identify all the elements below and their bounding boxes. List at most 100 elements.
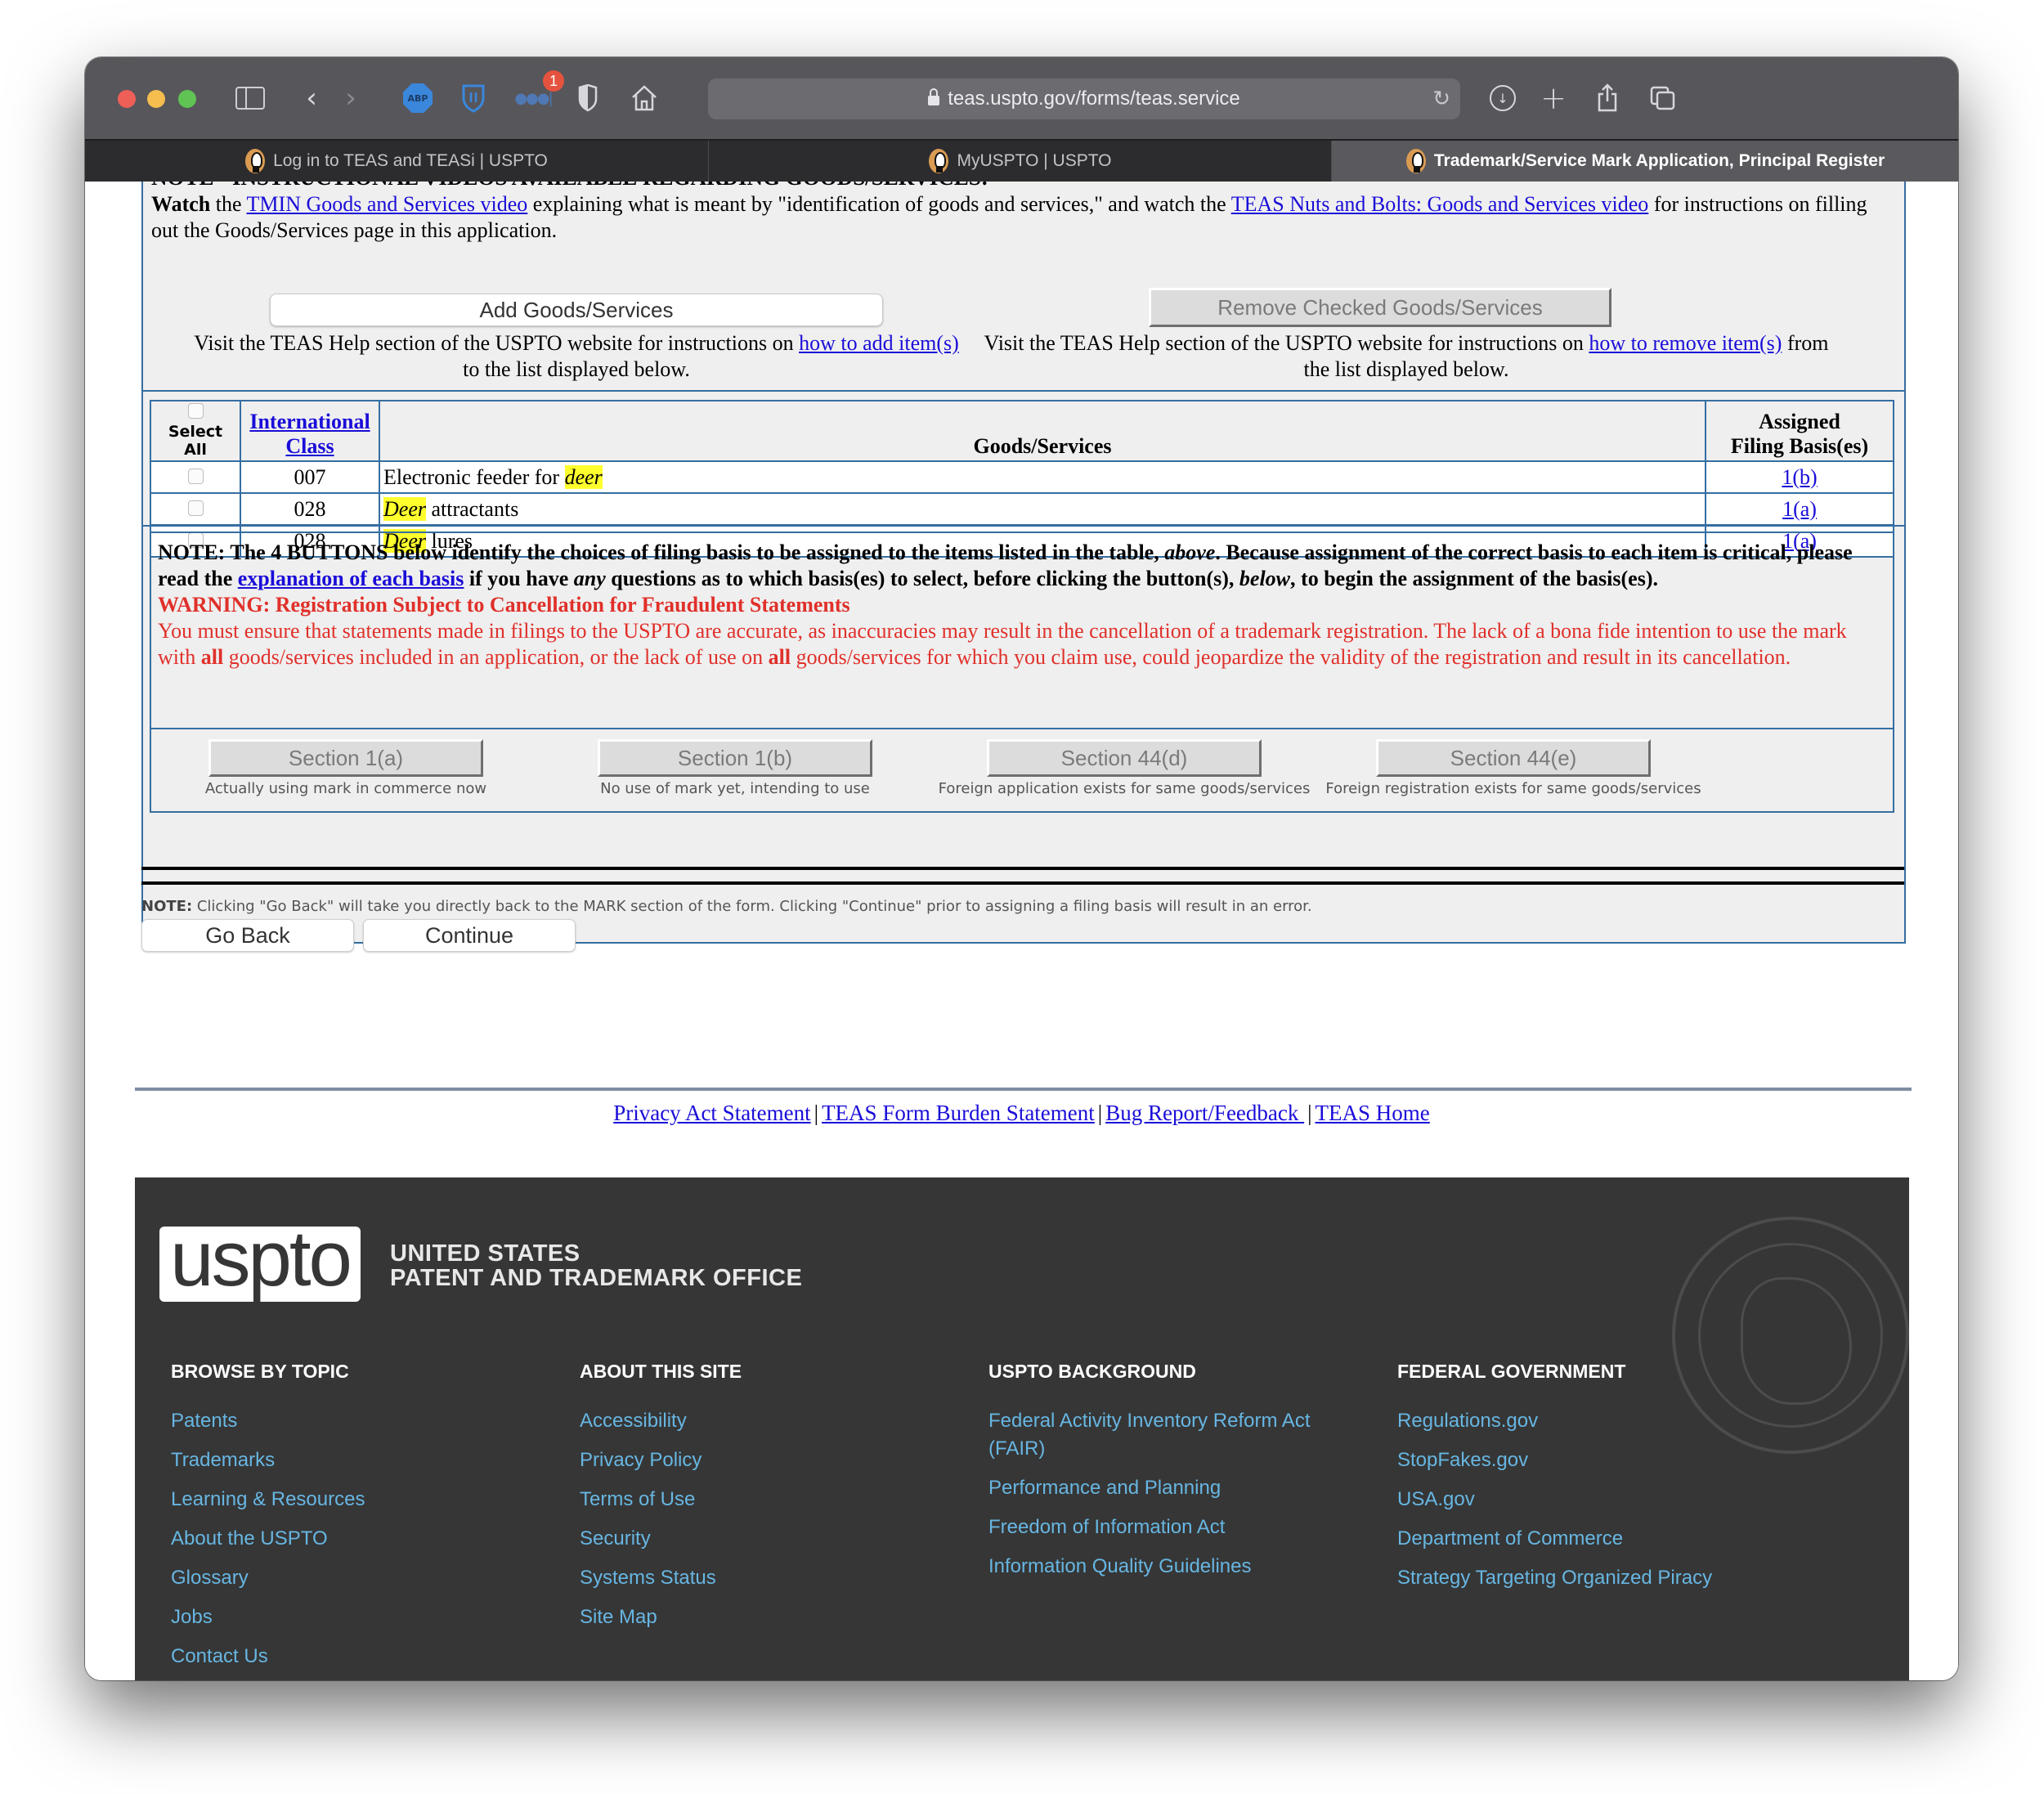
- text: Class: [285, 434, 334, 458]
- basis-description: No use of mark yet, intending to use: [600, 780, 870, 797]
- continue-button[interactable]: Continue: [363, 919, 576, 952]
- form-burden-statement-link[interactable]: TEAS Form Burden Statement: [822, 1101, 1095, 1125]
- text: NOTE: The 4 BUTTONS below identify the c…: [158, 540, 1165, 564]
- bug-report-link[interactable]: Bug Report/Feedback: [1105, 1101, 1304, 1125]
- row-select-cell: [150, 492, 241, 526]
- bitwarden-icon[interactable]: [458, 82, 489, 114]
- filing-basis-link[interactable]: 1(b): [1782, 465, 1817, 489]
- footer-link-regulations[interactable]: Regulations.gov: [1397, 1407, 1782, 1435]
- go-back-button[interactable]: Go Back: [141, 919, 354, 952]
- tab-myuspto[interactable]: MyUSPTO | USPTO: [708, 141, 1332, 182]
- uspto-logo[interactable]: uspto: [159, 1220, 361, 1302]
- footer-link-foia[interactable]: Freedom of Information Act: [988, 1514, 1340, 1541]
- warning-text: You must ensure that statements made in …: [158, 618, 1886, 671]
- site-footer: uspto UNITED STATES PATENT AND TRADEMARK…: [135, 1177, 1909, 1680]
- text: questions as to which basis(es) to selec…: [605, 567, 1239, 590]
- basis-option: Section 1(a) Actually using mark in comm…: [151, 739, 540, 797]
- remove-checked-goods-services-button[interactable]: Remove Checked Goods/Services: [1149, 288, 1611, 327]
- minimize-window-button[interactable]: [147, 90, 165, 108]
- row-checkbox[interactable]: [187, 500, 204, 516]
- footer-link-learning[interactable]: Learning & Resources: [171, 1486, 555, 1514]
- footer-link-stop-piracy[interactable]: Strategy Targeting Organized Piracy: [1397, 1564, 1782, 1592]
- download-icon[interactable]: ↓: [1486, 82, 1519, 114]
- adblock-plus-icon[interactable]: ABP: [402, 82, 433, 114]
- section-44d-button[interactable]: Section 44(d): [987, 739, 1262, 777]
- footer-link-about[interactable]: About the USPTO: [171, 1525, 555, 1553]
- back-icon[interactable]: ‹: [299, 82, 324, 114]
- footer-column-federal: FEDERAL GOVERNMENT Regulations.gov StopF…: [1397, 1361, 1782, 1603]
- filing-basis-buttons: Section 1(a) Actually using mark in comm…: [150, 726, 1894, 813]
- footer-link-performance[interactable]: Performance and Planning: [988, 1474, 1340, 1502]
- footer-link-trademarks[interactable]: Trademarks: [171, 1446, 555, 1474]
- section-44e-button[interactable]: Section 44(e): [1376, 739, 1651, 777]
- footer-link-stopfakes[interactable]: StopFakes.gov: [1397, 1446, 1782, 1474]
- basis-description: Actually using mark in commerce now: [204, 780, 487, 797]
- filing-basis-note: NOTE: The 4 BUTTONS below identify the c…: [150, 531, 1894, 729]
- divider: [143, 525, 1904, 527]
- zoom-window-button[interactable]: [178, 90, 196, 108]
- reload-icon[interactable]: ↻: [1432, 87, 1450, 111]
- section-1b-button[interactable]: Section 1(b): [598, 739, 872, 777]
- footer-link-info-quality[interactable]: Information Quality Guidelines: [988, 1553, 1340, 1581]
- uspto-favicon-icon: [929, 149, 949, 173]
- tmin-video-link[interactable]: TMIN Goods and Services video: [247, 192, 528, 216]
- forward-icon[interactable]: ›: [338, 82, 363, 114]
- footer-link-usa-gov[interactable]: USA.gov: [1397, 1486, 1782, 1514]
- goods-cell: Electronic feeder for deer: [379, 460, 1706, 494]
- teas-home-link[interactable]: TEAS Home: [1316, 1101, 1430, 1125]
- text: Visit the TEAS Help section of the USPTO…: [194, 331, 800, 355]
- basis-option: Section 44(d) Foreign application exists…: [930, 739, 1319, 797]
- instructions-paragraph: Watch the TMIN Goods and Services video …: [151, 191, 1885, 244]
- privacy-shield-icon[interactable]: [576, 82, 600, 114]
- footer-link-privacy-policy[interactable]: Privacy Policy: [580, 1446, 964, 1474]
- nuts-and-bolts-video-link[interactable]: TEAS Nuts and Bolts: Goods and Services …: [1231, 192, 1649, 216]
- divider: [141, 867, 1904, 870]
- row-checkbox[interactable]: [187, 468, 204, 484]
- how-to-add-link[interactable]: how to add item(s): [799, 331, 959, 355]
- tab-trademark-application[interactable]: Trademark/Service Mark Application, Prin…: [1331, 141, 1958, 182]
- explanation-of-each-basis-link[interactable]: explanation of each basis: [238, 567, 464, 590]
- basis-option: Section 44(e) Foreign registration exist…: [1319, 739, 1708, 797]
- footer-column-title: ABOUT THIS SITE: [580, 1361, 742, 1382]
- home-icon[interactable]: [628, 82, 661, 114]
- text: goods/services for which you claim use, …: [791, 645, 1791, 669]
- section-1a-button[interactable]: Section 1(a): [208, 739, 483, 777]
- footer-link-site-map[interactable]: Site Map: [580, 1603, 964, 1631]
- text: Electronic feeder for: [383, 464, 565, 489]
- footer-column-title: FEDERAL GOVERNMENT: [1397, 1361, 1626, 1382]
- warning-heading: WARNING: Registration Subject to Cancell…: [158, 593, 850, 617]
- footer-link-jobs[interactable]: Jobs: [171, 1603, 555, 1631]
- filing-basis-link[interactable]: 1(a): [1782, 497, 1817, 521]
- new-tab-icon[interactable]: +: [1539, 80, 1568, 116]
- close-window-button[interactable]: [118, 90, 136, 108]
- footer-column-background: USPTO BACKGROUND Federal Activity Invent…: [988, 1361, 1340, 1592]
- address-bar[interactable]: teas.uspto.gov/forms/teas.service ↻: [708, 78, 1460, 119]
- footer-link-terms[interactable]: Terms of Use: [580, 1486, 964, 1514]
- international-class-link[interactable]: International Class: [249, 410, 370, 458]
- footer-link-commerce[interactable]: Department of Commerce: [1397, 1525, 1782, 1553]
- privacy-act-statement-link[interactable]: Privacy Act Statement: [613, 1101, 810, 1125]
- watch-label: Watch: [151, 192, 211, 216]
- sidebar-icon[interactable]: [235, 82, 265, 114]
- add-goods-services-button[interactable]: Add Goods/Services: [270, 294, 883, 326]
- footer-link-patents[interactable]: Patents: [171, 1407, 555, 1435]
- select-all-label: Select All: [168, 423, 223, 459]
- table-row: 007 Electronic feeder for deer 1(b): [150, 460, 1894, 494]
- footer-link-accessibility[interactable]: Accessibility: [580, 1407, 964, 1435]
- footer-link-systems-status[interactable]: Systems Status: [580, 1564, 964, 1592]
- footer-link-contact[interactable]: Contact Us: [171, 1643, 555, 1671]
- text: above: [1164, 540, 1216, 564]
- footer-link-glossary[interactable]: Glossary: [171, 1564, 555, 1592]
- instructional-videos-heading: NOTE - INSTRUCTIONAL VIDEOS AVAILABLE RE…: [151, 182, 988, 191]
- select-all-checkbox[interactable]: [187, 403, 204, 419]
- tab-overview-icon[interactable]: [1647, 82, 1679, 114]
- notification-badge: 1: [543, 70, 564, 92]
- basis-option: Section 1(b) No use of mark yet, intendi…: [540, 739, 930, 797]
- share-icon[interactable]: [1593, 82, 1622, 114]
- add-help-text: Visit the TEAS Help section of the USPTO…: [192, 330, 961, 383]
- footer-link-fair[interactable]: Federal Activity Inventory Reform Act (F…: [988, 1407, 1340, 1463]
- tab-teas-login[interactable]: Log in to TEAS and TEASi | USPTO: [85, 141, 708, 182]
- how-to-remove-link[interactable]: how to remove item(s): [1589, 331, 1782, 355]
- footer-link-security[interactable]: Security: [580, 1525, 964, 1553]
- row-select-cell: [150, 460, 241, 494]
